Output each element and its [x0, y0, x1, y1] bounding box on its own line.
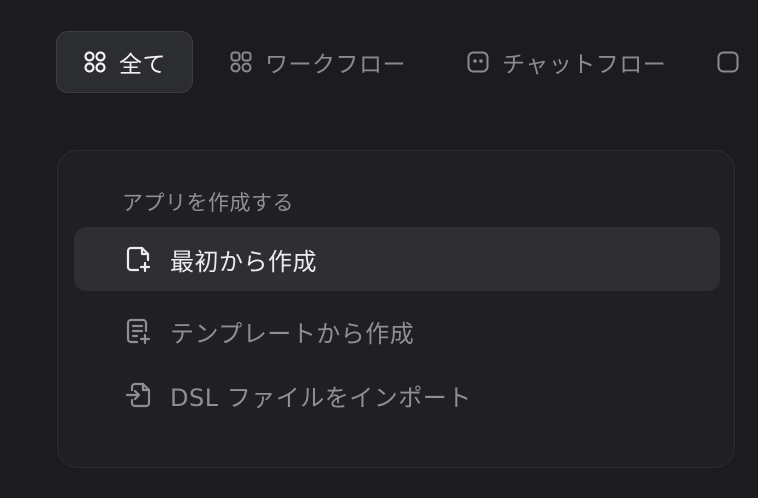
tab-chatflow[interactable]: チャットフロー — [440, 31, 692, 93]
workflow-icon — [229, 50, 253, 74]
new-file-icon — [124, 245, 152, 273]
create-app-card: アプリを作成する 最初から作成 テンプレートから作成 DSL ファイルをインポー… — [57, 150, 735, 468]
tab-workflow-label: ワークフロー — [265, 52, 406, 78]
tab-more[interactable] — [698, 31, 758, 93]
chat-icon — [716, 50, 740, 74]
app-root: 全て ワークフロー チャットフロー アプリを作成する 最初から作成 テンプレート… — [0, 0, 758, 498]
tab-chatflow-label: チャットフロー — [502, 52, 667, 78]
import-icon — [124, 381, 152, 409]
tab-all-label: 全て — [119, 52, 166, 78]
create-from-template-label: テンプレートから作成 — [170, 319, 415, 348]
tab-all[interactable]: 全て — [56, 31, 193, 93]
create-app-title: アプリを作成する — [122, 191, 294, 215]
import-dsl-button[interactable]: DSL ファイルをインポート — [74, 363, 720, 427]
template-icon — [124, 317, 152, 345]
chatflow-icon — [466, 50, 490, 74]
create-from-scratch-button[interactable]: 最初から作成 — [74, 227, 720, 291]
tab-workflow[interactable]: ワークフロー — [203, 31, 432, 93]
create-from-scratch-label: 最初から作成 — [170, 247, 317, 276]
grid-icon — [83, 50, 107, 74]
app-type-tabs: 全て ワークフロー チャットフロー — [56, 30, 758, 94]
import-dsl-label: DSL ファイルをインポート — [170, 383, 472, 412]
create-from-template-button[interactable]: テンプレートから作成 — [74, 299, 720, 363]
